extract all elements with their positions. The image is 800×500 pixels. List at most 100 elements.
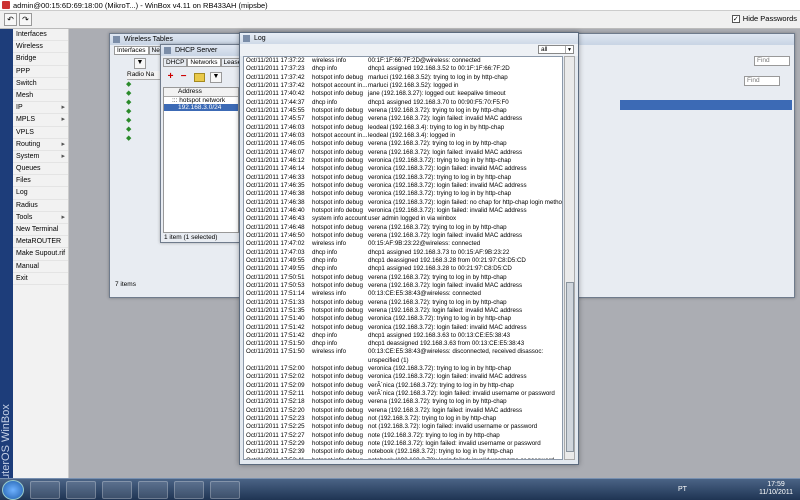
menu-item-mpls[interactable]: MPLS ▸	[13, 114, 68, 127]
undo-icon[interactable]: ↶	[4, 13, 17, 26]
wireless-row-icon[interactable]: ◆	[126, 134, 136, 143]
firefox-icon[interactable]	[174, 481, 204, 499]
menu-item-ip[interactable]: IP ▸	[13, 102, 68, 115]
tab-networks[interactable]: Networks	[187, 58, 221, 67]
log-row[interactable]: Oct/11/2011 17:50:53 hotspot info debug ve…	[244, 282, 562, 290]
log-row[interactable]: Oct/11/2011 17:46:35 hotspot info debug ve…	[244, 182, 562, 190]
table-row-selected[interactable]: 192.168.3.0/24	[164, 104, 238, 111]
chevron-down-icon[interactable]: ▼	[565, 46, 573, 53]
menu-item-bridge[interactable]: Bridge	[13, 53, 68, 66]
find-input-2[interactable]: Find	[744, 76, 780, 86]
menu-item-log[interactable]: Log	[13, 187, 68, 200]
log-row[interactable]: Oct/11/2011 17:52:23 hotspot info debug no…	[244, 415, 562, 423]
menu-item-interfaces[interactable]: Interfaces	[13, 29, 68, 42]
filter-icon[interactable]: ▼	[134, 58, 146, 69]
menu-item-mesh[interactable]: Mesh	[13, 90, 68, 103]
wireless-row-icon[interactable]: ◆	[126, 98, 136, 107]
scrollbar-thumb[interactable]	[566, 282, 574, 452]
log-row[interactable]: Oct/11/2011 17:49:55 dhcp info dhcp1 assig…	[244, 265, 562, 273]
menu-item-vpls[interactable]: VPLS	[13, 127, 68, 139]
log-row[interactable]: Oct/11/2011 17:46:05 hotspot info debug ve…	[244, 140, 562, 148]
log-row[interactable]: Oct/11/2011 17:46:14 hotspot info debug ve…	[244, 165, 562, 173]
log-row[interactable]: unspecified (1)	[244, 357, 562, 365]
redo-icon[interactable]: ↷	[19, 13, 32, 26]
log-row[interactable]: Oct/11/2011 17:52:27 hotspot info debug no…	[244, 432, 562, 440]
wireless-row-icon[interactable]: ◆	[126, 89, 136, 98]
log-row[interactable]: Oct/11/2011 17:51:42 hotspot info debug ve…	[244, 324, 562, 332]
wireless-row-icon[interactable]: ◆	[126, 116, 136, 125]
log-row[interactable]: Oct/11/2011 17:51:33 hotspot info debug ve…	[244, 299, 562, 307]
comment-icon[interactable]	[194, 73, 205, 82]
hide-passwords-toggle[interactable]: ✓ Hide Passwords	[731, 14, 797, 23]
log-row[interactable]: Oct/11/2011 17:51:42 dhcp info dhcp1 assig…	[244, 332, 562, 340]
media-player-icon[interactable]	[138, 481, 168, 499]
log-row[interactable]: Oct/11/2011 17:46:48 hotspot info debug ve…	[244, 224, 562, 232]
log-row[interactable]: Oct/11/2011 17:46:38 hotspot info debug ve…	[244, 190, 562, 198]
wireless-row-icon[interactable]: ◆	[126, 80, 136, 89]
log-row[interactable]: Oct/11/2011 17:52:09 hotspot info debug ve…	[244, 382, 562, 390]
log-row[interactable]: Oct/11/2011 17:45:57 hotspot info debug ve…	[244, 115, 562, 123]
menu-item-radius[interactable]: Radius	[13, 200, 68, 212]
log-row[interactable]: Oct/11/2011 17:47:02 wireless info 00:15:A…	[244, 240, 562, 248]
log-row[interactable]: Oct/11/2011 17:51:50 wireless info 00:13:C…	[244, 348, 562, 356]
menu-item-tools[interactable]: Tools ▸	[13, 212, 68, 224]
language-indicator[interactable]: PT	[678, 486, 687, 493]
log-row[interactable]: Oct/11/2011 17:40:42 hotspot info debug ja…	[244, 90, 562, 98]
log-row[interactable]: Oct/11/2011 17:52:00 hotspot info debug ve…	[244, 365, 562, 373]
menu-item-ppp[interactable]: PPP	[13, 66, 68, 78]
log-row[interactable]: Oct/11/2011 17:46:07 hotspot info debug ve…	[244, 149, 562, 157]
tab-dhcp[interactable]: DHCP	[163, 58, 188, 67]
log-row[interactable]: Oct/11/2011 17:50:51 hotspot info debug ve…	[244, 274, 562, 282]
log-row[interactable]: Oct/11/2011 17:49:55 dhcp info dhcp1 deass…	[244, 257, 562, 265]
filter-icon[interactable]: ▼	[210, 72, 222, 83]
add-icon[interactable]: +	[165, 72, 176, 83]
log-row[interactable]: Oct/11/2011 17:37:22 wireless info 00:1F:1…	[244, 57, 562, 65]
clock[interactable]: 17:59 11/10/2011	[756, 481, 796, 497]
log-row[interactable]: Oct/11/2011 17:46:12 hotspot info debug ve…	[244, 157, 562, 165]
log-row[interactable]: Oct/11/2011 17:51:50 dhcp info dhcp1 deass…	[244, 340, 562, 348]
log-row[interactable]: Oct/11/2011 17:51:35 hotspot info debug ve…	[244, 307, 562, 315]
log-row[interactable]: Oct/11/2011 17:52:29 hotspot info debug no…	[244, 440, 562, 448]
menu-item-manual[interactable]: Manual	[13, 261, 68, 273]
column-header-address[interactable]: Address	[164, 88, 238, 97]
log-scrollbar[interactable]	[564, 56, 575, 460]
log-row[interactable]: Oct/11/2011 17:46:50 hotspot info debug ve…	[244, 232, 562, 240]
menu-item-metarouter[interactable]: MetaROUTER	[13, 236, 68, 249]
ie-icon[interactable]	[30, 481, 60, 499]
menu-item-wireless[interactable]: Wireless	[13, 41, 68, 54]
menu-item-switch[interactable]: Switch	[13, 78, 68, 90]
menu-item-queues[interactable]: Queues	[13, 163, 68, 176]
menu-item-new-terminal[interactable]: New Terminal	[13, 224, 68, 237]
log-row[interactable]: Oct/11/2011 17:52:18 hotspot info debug ve…	[244, 398, 562, 406]
checkbox-checked-icon[interactable]: ✓	[731, 14, 740, 23]
log-row[interactable]: Oct/11/2011 17:46:03 hotspot account in..…	[244, 132, 562, 140]
log-row[interactable]: Oct/11/2011 17:46:03 hotspot info debug le…	[244, 124, 562, 132]
menu-item-make-supout-rif[interactable]: Make Supout.rif	[13, 248, 68, 261]
log-row[interactable]: Oct/11/2011 17:46:43 system info account u…	[244, 215, 562, 223]
log-row[interactable]: Oct/11/2011 17:52:11 hotspot info debug ve…	[244, 390, 562, 398]
log-row[interactable]: Oct/11/2011 17:47:03 dhcp info dhcp1 assig…	[244, 249, 562, 257]
menu-item-routing[interactable]: Routing ▸	[13, 139, 68, 151]
menu-item-files[interactable]: Files	[13, 175, 68, 188]
log-row[interactable]: Oct/11/2011 17:52:41 hotspot info debug no…	[244, 457, 562, 459]
log-row[interactable]: Oct/11/2011 17:37:23 dhcp info dhcp1 assig…	[244, 65, 562, 73]
wireless-row-icon[interactable]: ◆	[126, 107, 136, 116]
log-row[interactable]: Oct/11/2011 17:46:40 hotspot info debug ve…	[244, 207, 562, 215]
log-filter-select[interactable]: all ▼	[538, 45, 574, 54]
log-row[interactable]: Oct/11/2011 17:37:42 hotspot account in..…	[244, 82, 562, 90]
chrome-icon[interactable]	[66, 481, 96, 499]
menu-item-exit[interactable]: Exit	[13, 273, 68, 285]
start-button-icon[interactable]	[2, 480, 24, 500]
log-row[interactable]: Oct/11/2011 17:37:42 hotspot info debug ma…	[244, 74, 562, 82]
log-row[interactable]: Oct/11/2011 17:46:38 hotspot info debug ve…	[244, 199, 562, 207]
log-row[interactable]: Oct/11/2011 17:51:40 hotspot info debug ve…	[244, 315, 562, 323]
menu-item-system[interactable]: System ▸	[13, 151, 68, 164]
log-row[interactable]: Oct/11/2011 17:52:20 hotspot info debug ve…	[244, 407, 562, 415]
log-row[interactable]: Oct/11/2011 17:52:25 hotspot info debug no…	[244, 423, 562, 431]
log-row[interactable]: Oct/11/2011 17:44:37 dhcp info dhcp1 assig…	[244, 99, 562, 107]
log-row[interactable]: Oct/11/2011 17:52:02 hotspot info debug ve…	[244, 373, 562, 381]
remove-icon[interactable]: −	[178, 72, 189, 83]
log-row[interactable]: Oct/11/2011 17:45:55 hotspot info debug ve…	[244, 107, 562, 115]
log-row[interactable]: Oct/11/2011 17:46:33 hotspot info debug ve…	[244, 174, 562, 182]
explorer-icon[interactable]	[102, 481, 132, 499]
